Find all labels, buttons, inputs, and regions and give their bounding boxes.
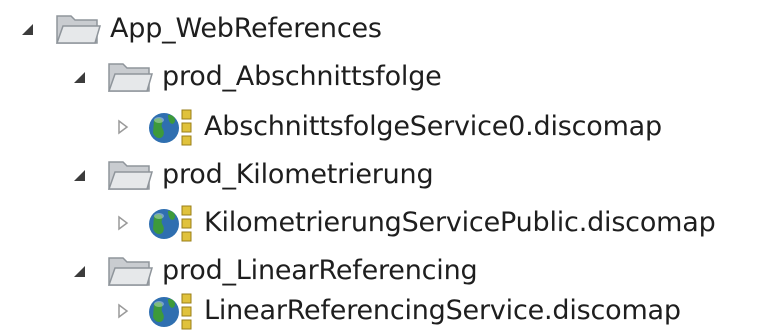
tree-node-label: prod_LinearReferencing [162,255,478,286]
web-reference-icon [146,106,196,148]
tree-node-prod-kilometrierung[interactable]: prod_Kilometrierung [66,150,434,200]
tree-node-abschnittsfolgeservice0-discomap[interactable]: AbschnittsfolgeService0.discomap [110,102,662,152]
solution-explorer-tree: App_WebReferences prod_Abschnittsfolge A… [0,0,772,335]
tree-node-label: App_WebReferences [110,13,382,44]
folder-icon [106,57,154,97]
web-reference-icon [146,202,196,244]
collapsed-arrow-icon[interactable] [110,296,136,326]
tree-node-label: AbschnittsfolgeService0.discomap [204,111,662,142]
tree-node-linearreferencingservice-discomap[interactable]: LinearReferencingService.discomap [110,286,681,336]
tree-node-label: prod_Abschnittsfolge [162,61,442,92]
collapsed-arrow-icon[interactable] [110,208,136,238]
folder-icon [106,251,154,291]
web-reference-icon [146,290,196,332]
tree-node-app-webreferences[interactable]: App_WebReferences [14,4,382,54]
expanded-arrow-icon[interactable] [14,14,40,44]
expanded-arrow-icon[interactable] [66,256,92,286]
collapsed-arrow-icon[interactable] [110,112,136,142]
tree-node-prod-abschnittsfolge[interactable]: prod_Abschnittsfolge [66,52,442,102]
folder-icon [106,155,154,195]
tree-node-kilometrierungservicepublic-discomap[interactable]: KilometrierungServicePublic.discomap [110,198,716,248]
tree-node-label: KilometrierungServicePublic.discomap [204,207,716,238]
tree-node-label: prod_Kilometrierung [162,159,434,190]
tree-node-label: LinearReferencingService.discomap [204,295,681,326]
expanded-arrow-icon[interactable] [66,62,92,92]
expanded-arrow-icon[interactable] [66,160,92,190]
folder-icon [54,9,102,49]
